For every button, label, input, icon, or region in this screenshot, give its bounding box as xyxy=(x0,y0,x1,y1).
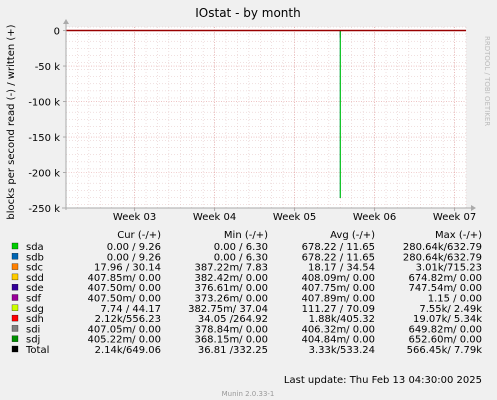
legend-swatch xyxy=(11,345,19,353)
x-tick-label: Week 07 xyxy=(433,212,476,223)
legend-header-cur: Cur (-/+) xyxy=(117,230,161,241)
y-tick-label: -100 k xyxy=(28,98,60,109)
legend-value-avg: 3.33k/533.24 xyxy=(309,345,375,356)
legend-swatch xyxy=(11,314,19,322)
y-tick-label: -250 k xyxy=(28,204,60,215)
chart: IOstat - by month RRDTOOL / TOBI OETIKER… xyxy=(0,0,497,400)
legend-value-max: 566.45k/ 7.79k xyxy=(407,345,483,356)
legend-series-name: Total xyxy=(25,345,49,356)
watermark: RRDTOOL / TOBI OETIKER xyxy=(483,36,491,126)
legend-swatch xyxy=(11,335,19,342)
legend-header-min: Min (-/+) xyxy=(224,230,268,241)
plot-area xyxy=(66,27,466,208)
y-tick-label: -50 k xyxy=(35,62,61,73)
legend-swatch xyxy=(11,284,19,291)
legend-swatch xyxy=(11,242,19,250)
legend-swatch xyxy=(11,304,19,311)
y-tick-label: -200 k xyxy=(28,169,60,180)
legend-header-max: Max (-/+) xyxy=(435,230,482,241)
x-tick-label: Week 03 xyxy=(113,212,156,223)
x-tick-label: Week 05 xyxy=(273,212,316,223)
y-tick-label: -150 k xyxy=(28,133,60,144)
x-tick-label: Week 06 xyxy=(353,212,396,223)
y-axis-label: blocks per second read (-) / written (+) xyxy=(6,24,17,219)
chart-title: IOstat - by month xyxy=(195,6,300,20)
legend-swatch xyxy=(11,263,19,270)
legend-swatch xyxy=(11,325,19,332)
y-tick-label: 0 xyxy=(54,27,60,38)
legend-value-cur: 2.14k/649.06 xyxy=(95,345,161,356)
legend-swatch xyxy=(11,294,19,301)
legend-value-min: 36.81 /332.25 xyxy=(198,345,268,356)
x-tick-label: Week 04 xyxy=(193,212,236,223)
legend-swatch xyxy=(11,273,19,281)
legend-header-avg: Avg (-/+) xyxy=(330,230,375,241)
last-update: Last update: Thu Feb 13 04:30:00 2025 xyxy=(284,375,482,386)
munin-footer: Munin 2.0.33-1 xyxy=(222,390,275,398)
legend-swatch xyxy=(11,253,19,260)
